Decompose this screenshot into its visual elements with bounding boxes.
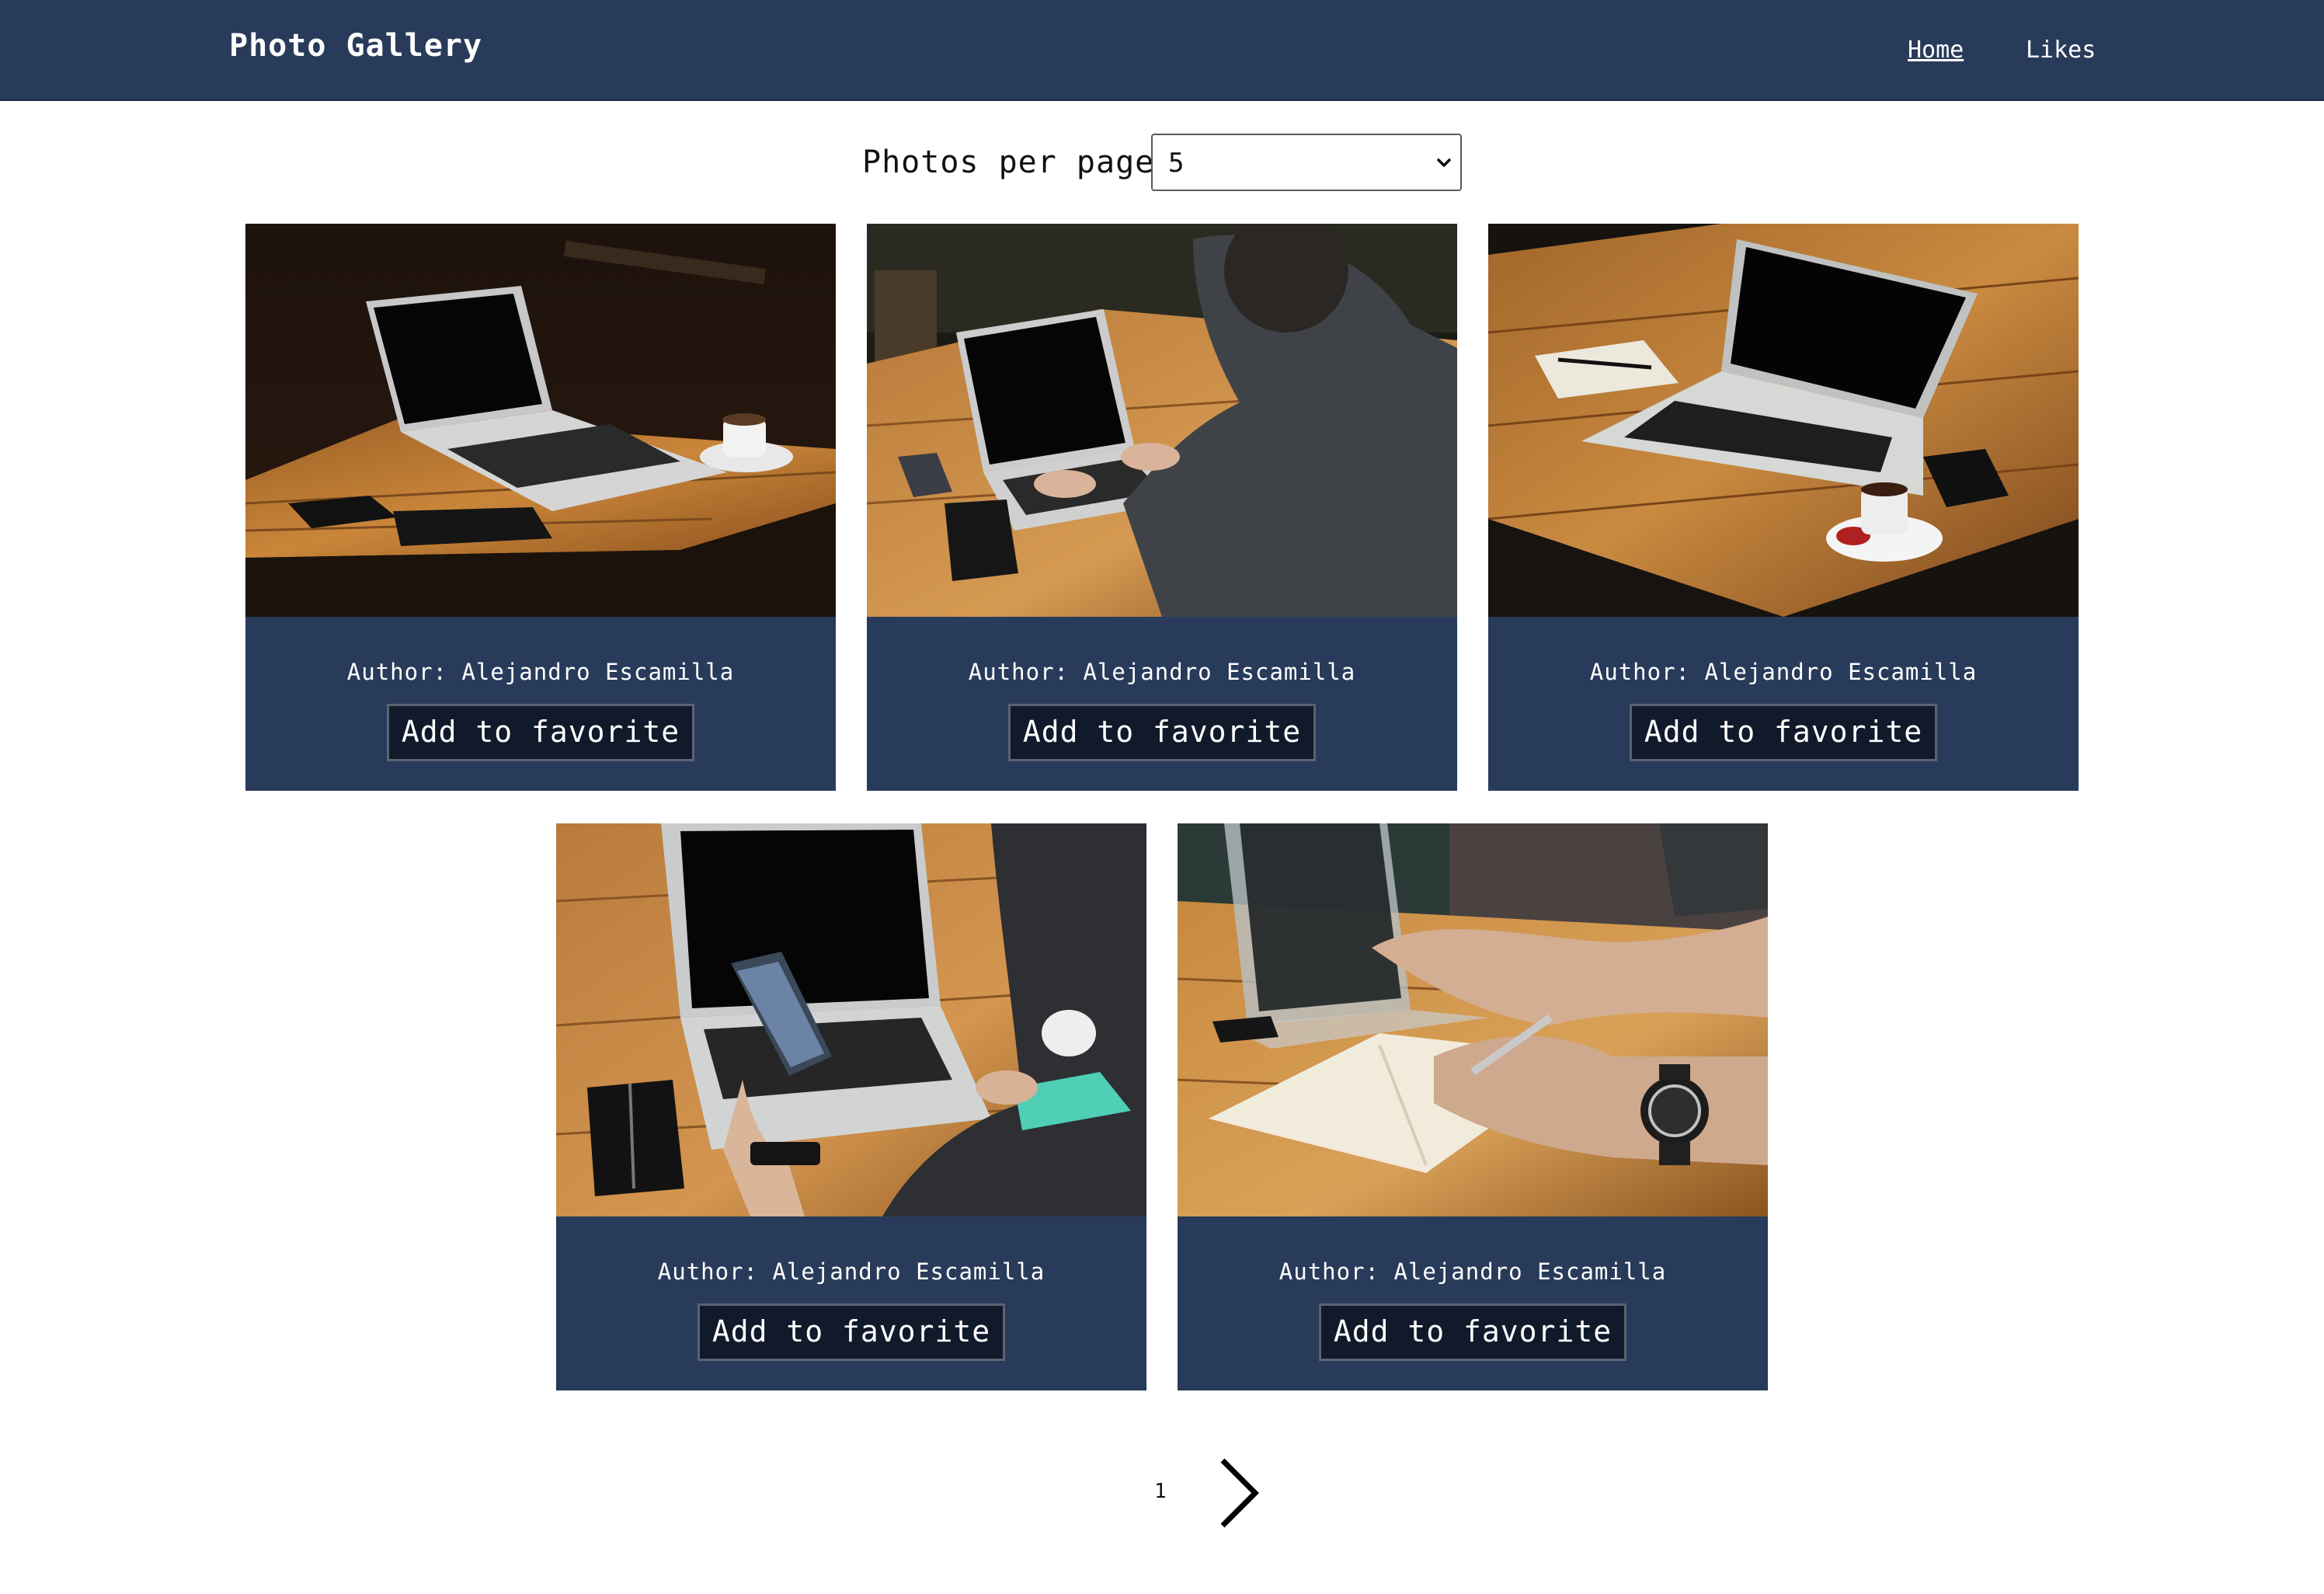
photo-card: Author: Alejandro Escamilla Add to favor… xyxy=(867,224,1457,791)
photo-author: Author: Alejandro Escamilla xyxy=(1589,659,1978,685)
nav-likes-link[interactable]: Likes xyxy=(2026,37,2096,64)
photo-card: Author: Alejandro Escamilla Add to favor… xyxy=(245,224,836,791)
photo-author: Author: Alejandro Escamilla xyxy=(657,1258,1045,1285)
photo-card: Author: Alejandro Escamilla Add to favor… xyxy=(1488,224,2079,791)
brand-title[interactable]: Photo Gallery xyxy=(229,28,482,64)
add-to-favorite-button[interactable]: Add to favorite xyxy=(1630,704,1937,761)
per-page-selected-value: 5 xyxy=(1168,148,1185,179)
add-to-favorite-button[interactable]: Add to favorite xyxy=(387,704,694,761)
add-to-favorite-button[interactable]: Add to favorite xyxy=(1319,1303,1626,1361)
per-page-label: Photos per page: xyxy=(862,144,1174,180)
top-navbar: Photo Gallery Home Likes xyxy=(0,0,2324,101)
photo-author: Author: Alejandro Escamilla xyxy=(968,659,1356,685)
photo-author: Author: Alejandro Escamilla xyxy=(1279,1258,1667,1285)
nav-home-link[interactable]: Home xyxy=(1908,37,1964,64)
chevron-right-icon[interactable] xyxy=(1216,1456,1263,1530)
photo-image[interactable] xyxy=(245,224,836,617)
per-page-select[interactable]: 5 xyxy=(1151,134,1462,191)
per-page-control: Photos per page: 5 xyxy=(0,134,2324,193)
photo-image[interactable] xyxy=(867,224,1457,617)
add-to-favorite-button[interactable]: Add to favorite xyxy=(698,1303,1005,1361)
photo-image[interactable] xyxy=(556,823,1146,1216)
add-to-favorite-button[interactable]: Add to favorite xyxy=(1008,704,1316,761)
current-page-number[interactable]: 1 xyxy=(1154,1480,1167,1503)
chevron-down-icon xyxy=(1437,158,1451,167)
photo-image[interactable] xyxy=(1488,224,2079,617)
photo-card: Author: Alejandro Escamilla Add to favor… xyxy=(556,823,1146,1390)
photo-card: Author: Alejandro Escamilla Add to favor… xyxy=(1178,823,1768,1390)
photo-author: Author: Alejandro Escamilla xyxy=(346,659,735,685)
photo-image[interactable] xyxy=(1178,823,1768,1216)
